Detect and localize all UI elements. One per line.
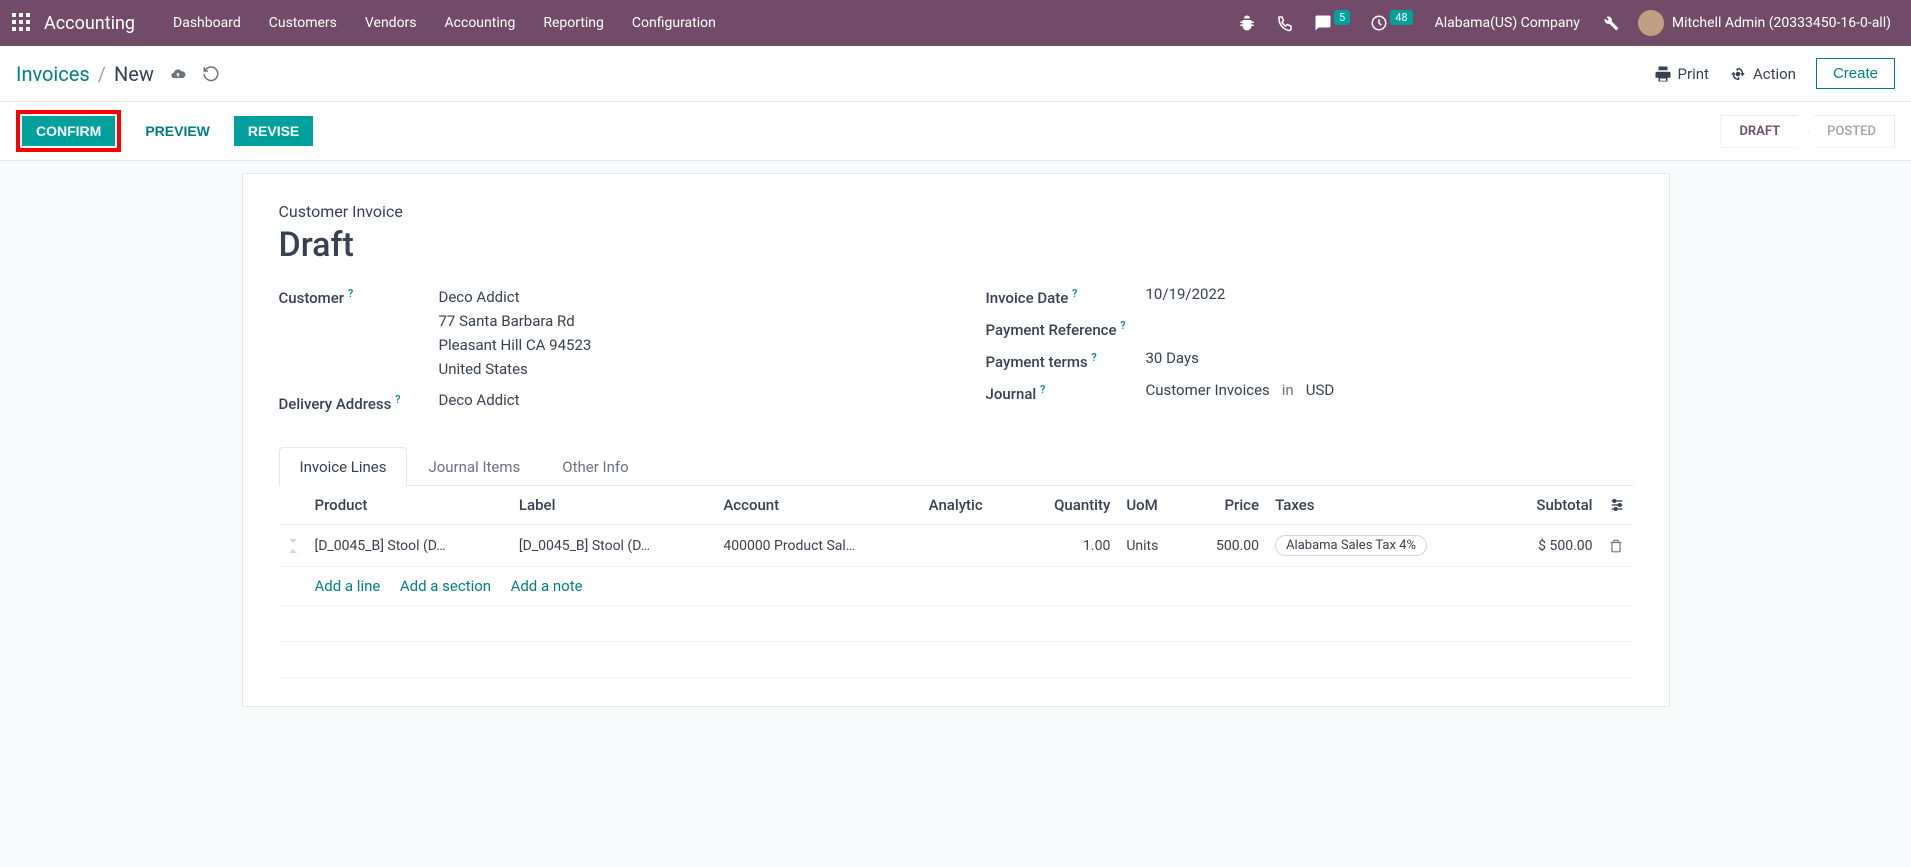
journal-in: in [1282,381,1294,399]
control-panel: Invoices / New Print Action Create [0,46,1911,102]
tab-invoice-lines[interactable]: Invoice Lines [279,447,408,486]
columns-settings-icon[interactable] [1601,486,1633,525]
brand[interactable]: Accounting [44,13,135,34]
confirm-button[interactable]: CONFIRM [22,116,115,146]
cell-price[interactable]: 500.00 [1185,525,1267,567]
discard-icon[interactable] [202,65,220,83]
label-journal: Journal ? [986,381,1146,403]
status-draft[interactable]: DRAFT [1720,115,1809,148]
col-product: Product [307,486,511,525]
help-icon[interactable]: ? [1040,383,1045,396]
create-button[interactable]: Create [1816,58,1895,89]
label-payment-terms: Payment terms ? [986,349,1146,371]
confirm-highlight: CONFIRM [16,110,121,152]
move-type: Customer Invoice [279,202,1633,221]
breadcrumb-current: New [114,62,154,86]
cell-subtotal: $ 500.00 [1500,525,1600,567]
label-delivery: Delivery Address ? [279,391,439,413]
revise-button[interactable]: REVISE [234,116,313,146]
col-label: Label [511,486,715,525]
col-account: Account [715,486,920,525]
col-taxes: Taxes [1267,486,1500,525]
nav-accounting[interactable]: Accounting [431,15,530,31]
form-sheet: Customer Invoice Draft Customer ? Deco A… [242,173,1670,707]
navbar: Accounting Dashboard Customers Vendors A… [0,0,1911,46]
status-steps: DRAFT POSTED [1720,115,1895,148]
avatar [1638,10,1664,36]
nav-reporting[interactable]: Reporting [529,15,618,31]
tools-icon[interactable] [1592,14,1630,32]
debug-icon[interactable] [1228,14,1266,32]
cell-quantity[interactable]: 1.00 [1018,525,1118,567]
status-posted[interactable]: POSTED [1803,115,1895,148]
field-delivery[interactable]: Deco Addict [439,391,926,409]
add-line-link[interactable]: Add a line [315,577,381,595]
cell-uom[interactable]: Units [1118,525,1185,567]
nav-vendors[interactable]: Vendors [351,15,431,31]
help-icon[interactable]: ? [1120,319,1125,332]
messages-badge: 5 [1334,10,1350,25]
help-icon[interactable]: ? [348,287,353,300]
cell-analytic[interactable] [921,525,1018,567]
phone-icon[interactable] [1266,14,1304,32]
activities-icon[interactable]: 48 [1360,14,1422,32]
field-invoice-date[interactable]: 10/19/2022 [1146,285,1633,303]
user-name: Mitchell Admin (20333450-16-0-all) [1672,15,1891,31]
col-price: Price [1185,486,1267,525]
cell-taxes[interactable]: Alabama Sales Tax 4% [1267,525,1500,567]
statusbar: CONFIRM PREVIEW REVISE DRAFT POSTED [0,102,1911,161]
label-customer: Customer ? [279,285,439,307]
preview-button[interactable]: PREVIEW [131,116,224,146]
add-section-link[interactable]: Add a section [400,577,491,595]
breadcrumb: Invoices / New [16,62,220,86]
cell-account[interactable]: 400000 Product Sal… [715,525,920,567]
add-note-link[interactable]: Add a note [511,577,583,595]
nav-dashboard[interactable]: Dashboard [159,15,255,31]
activities-badge: 48 [1390,10,1412,25]
col-analytic: Analytic [921,486,1018,525]
label-payment-ref: Payment Reference ? [986,317,1146,339]
cloud-icon[interactable] [168,66,188,82]
tabs: Invoice Lines Journal Items Other Info [279,447,1633,486]
label-invoice-date: Invoice Date ? [986,285,1146,307]
field-customer[interactable]: Deco Addict 77 Santa Barbara Rd Pleasant… [439,285,926,381]
move-name: Draft [279,225,1633,265]
action-button[interactable]: Action [1729,65,1796,83]
apps-icon[interactable] [12,13,32,33]
cell-label[interactable]: [D_0045_B] Stool (D… [511,525,715,567]
tab-other-info[interactable]: Other Info [541,447,649,486]
col-subtotal: Subtotal [1500,486,1600,525]
company-selector[interactable]: Alabama(US) Company [1423,15,1592,31]
drag-handle-icon[interactable] [279,525,307,567]
delete-row-icon[interactable] [1601,525,1633,567]
help-icon[interactable]: ? [1072,287,1077,300]
col-uom: UoM [1118,486,1185,525]
tab-journal-items[interactable]: Journal Items [407,447,541,486]
table-row[interactable]: [D_0045_B] Stool (D… [D_0045_B] Stool (D… [279,525,1633,567]
field-payment-terms[interactable]: 30 Days [1146,349,1633,367]
print-button[interactable]: Print [1654,65,1709,83]
invoice-lines-table: Product Label Account Analytic Quantity … [279,486,1633,678]
col-quantity: Quantity [1018,486,1118,525]
help-icon[interactable]: ? [1091,351,1096,364]
help-icon[interactable]: ? [395,393,400,406]
cell-product[interactable]: [D_0045_B] Stool (D… [307,525,511,567]
breadcrumb-sep: / [98,62,106,86]
field-currency[interactable]: USD [1306,381,1334,399]
breadcrumb-back[interactable]: Invoices [16,62,90,86]
field-journal[interactable]: Customer Invoices [1146,381,1270,399]
nav-customers[interactable]: Customers [255,15,351,31]
user-menu[interactable]: Mitchell Admin (20333450-16-0-all) [1630,10,1899,36]
nav-configuration[interactable]: Configuration [618,15,730,31]
messages-icon[interactable]: 5 [1304,14,1360,32]
